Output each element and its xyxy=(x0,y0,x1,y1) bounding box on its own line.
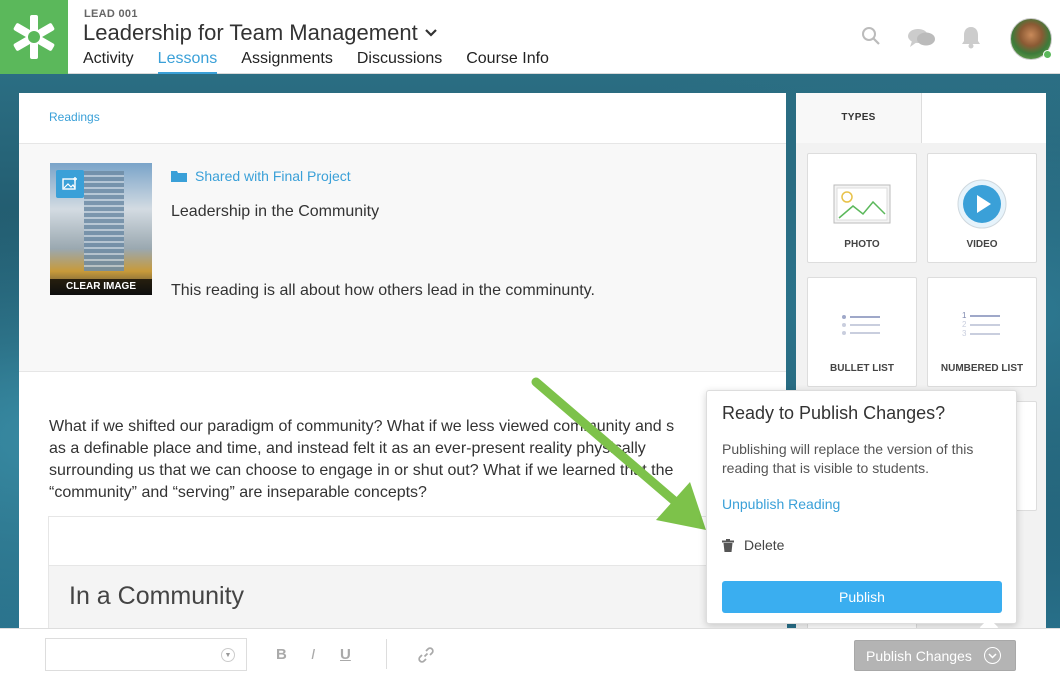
sub-heading-bar: In a Community xyxy=(49,565,787,634)
course-title-dropdown[interactable]: Leadership for Team Management xyxy=(83,20,438,46)
tab-activity[interactable]: Activity xyxy=(83,50,134,74)
toolbar-divider xyxy=(386,639,387,669)
photo-icon xyxy=(833,184,891,224)
reading-thumbnail[interactable]: CLEAR IMAGE xyxy=(50,163,152,295)
tile-label-numbered-list: NUMBERED LIST xyxy=(940,363,1024,374)
shared-with-label: Shared with Final Project xyxy=(195,168,351,184)
folder-icon xyxy=(171,171,187,182)
publish-popover: Ready to Publish Changes? Publishing wil… xyxy=(706,390,1017,624)
search-icon[interactable] xyxy=(861,26,881,46)
italic-button[interactable]: I xyxy=(311,646,315,663)
body-line: as a definable place and time, and inste… xyxy=(49,440,646,457)
link-icon[interactable] xyxy=(418,647,434,663)
panel-tabs: TYPES xyxy=(796,93,1046,143)
body-line: “community” and “serving” are inseparabl… xyxy=(49,484,427,501)
bell-icon[interactable] xyxy=(960,25,982,49)
course-code: LEAD 001 xyxy=(84,8,138,20)
tab-types[interactable]: TYPES xyxy=(796,93,922,143)
tile-label-photo: PHOTO xyxy=(844,239,880,250)
reading-body-text[interactable]: What if we shifted our paradigm of commu… xyxy=(49,416,729,504)
type-tile-photo[interactable]: PHOTO xyxy=(807,153,917,263)
chevron-down-icon: ▼ xyxy=(221,648,235,662)
type-tile-video[interactable]: VIDEO xyxy=(927,153,1037,263)
play-icon xyxy=(957,179,1007,229)
publish-changes-label: Publish Changes xyxy=(866,647,972,664)
bullet-list-icon xyxy=(842,315,880,335)
delete-label: Delete xyxy=(744,537,785,553)
course-title: Leadership for Team Management xyxy=(83,20,418,45)
tab-discussions[interactable]: Discussions xyxy=(357,50,442,74)
shared-with-link[interactable]: Shared with Final Project xyxy=(171,168,351,184)
tile-label-bullet-list: BULLET LIST xyxy=(830,363,894,374)
breadcrumb-readings[interactable]: Readings xyxy=(49,110,100,124)
change-image-icon[interactable] xyxy=(56,170,84,198)
popover-title: Ready to Publish Changes? xyxy=(722,403,946,423)
embedded-content-block: In a Community xyxy=(48,516,787,634)
tab-course-info[interactable]: Course Info xyxy=(466,50,549,74)
bold-button[interactable]: B xyxy=(276,646,287,663)
tile-label-video: VIDEO xyxy=(966,239,998,250)
tab-empty[interactable] xyxy=(922,93,1046,143)
numbered-list-icon: 1 2 3 xyxy=(962,311,1000,338)
reading-title[interactable]: Leadership in the Community xyxy=(171,203,379,221)
chevron-down-icon xyxy=(424,29,437,37)
popover-description: Publishing will replace the version of t… xyxy=(722,441,974,476)
reading-description[interactable]: This reading is all about how others lea… xyxy=(171,282,595,300)
course-nav: Activity Lessons Assignments Discussions… xyxy=(83,50,573,74)
thumbnail-building-image xyxy=(84,171,124,271)
chevron-down-icon xyxy=(983,647,1001,664)
chat-icon[interactable] xyxy=(907,27,937,49)
trash-icon xyxy=(722,538,734,552)
underline-button[interactable]: U xyxy=(340,646,351,663)
reading-editor-card: Readings CLEAR IMAGE Shared with Final P… xyxy=(19,93,787,634)
svg-text:2: 2 xyxy=(962,320,967,329)
tab-assignments[interactable]: Assignments xyxy=(241,50,333,74)
online-status-dot xyxy=(1043,50,1052,59)
body-line: What if we shifted our paradigm of commu… xyxy=(49,418,675,435)
tab-lessons[interactable]: Lessons xyxy=(157,50,218,74)
body-line: surrounding us that we can choose to eng… xyxy=(49,462,674,479)
delete-button[interactable]: Delete xyxy=(722,537,784,553)
publish-button[interactable]: Publish xyxy=(722,581,1002,613)
clear-image-button[interactable]: CLEAR IMAGE xyxy=(50,279,152,295)
editor-toolbar: ▼ B I U Publish Changes xyxy=(0,628,1060,677)
app-logo[interactable] xyxy=(0,0,68,74)
publish-changes-button[interactable]: Publish Changes xyxy=(854,640,1016,671)
svg-text:3: 3 xyxy=(962,329,967,338)
reading-header-block: CLEAR IMAGE Shared with Final Project Le… xyxy=(19,144,786,372)
sub-heading[interactable]: In a Community xyxy=(69,582,244,611)
type-tile-numbered-list[interactable]: 1 2 3 NUMBERED LIST xyxy=(927,277,1037,387)
type-tile-bullet-list[interactable]: BULLET LIST xyxy=(807,277,917,387)
top-bar: LEAD 001 Leadership for Team Management … xyxy=(0,0,1060,74)
text-style-select[interactable]: ▼ xyxy=(45,638,247,671)
unpublish-reading-link[interactable]: Unpublish Reading xyxy=(722,496,840,512)
svg-text:1: 1 xyxy=(962,311,967,320)
logo-icon xyxy=(13,15,55,59)
